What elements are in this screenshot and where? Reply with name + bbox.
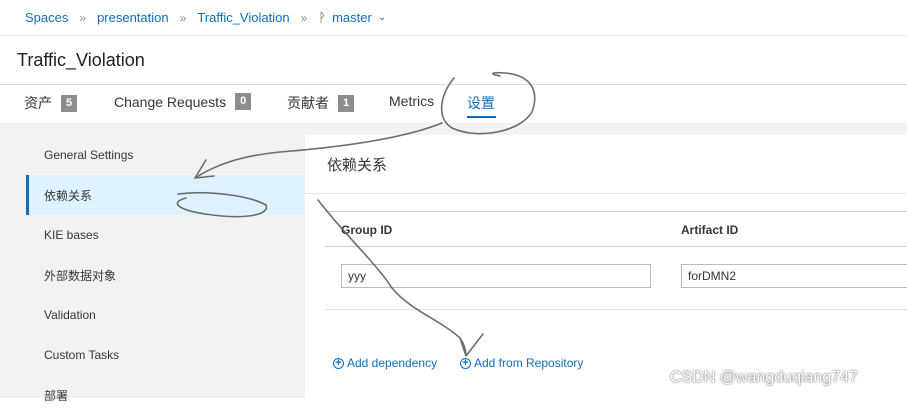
tab-label: 设置 [467,95,495,111]
column-header-group-id: Group ID [341,223,393,237]
page-title: Traffic_Violation [17,50,145,70]
sidebar-item-label: Validation [44,308,96,322]
plus-circle-icon: + [333,357,344,369]
sidebar-item-label: KIE bases [44,228,99,242]
breadcrumb-separator: » [179,10,187,25]
add-from-repository-label: Add from Repository [474,356,584,370]
tab-contributors[interactable]: 贡献者 1 [287,93,355,113]
branch-selector[interactable]: ᚹ master ⌄ [318,10,386,25]
add-dependency-label: Add dependency [347,356,438,370]
settings-sidebar: General Settings 依赖关系 KIE bases 外部数据对象 V… [26,135,304,403]
section-title: 依赖关系 [327,157,388,174]
sidebar-item-general-settings[interactable]: General Settings [26,135,304,175]
sidebar-item-label: 部署 [44,389,69,403]
breadcrumb-presentation[interactable]: presentation [97,10,169,25]
sidebar-item-label: 依赖关系 [44,188,93,203]
sidebar-item-validation[interactable]: Validation [26,295,304,335]
tab-metrics[interactable]: Metrics [389,93,434,109]
sidebar-item-label: General Settings [44,148,134,162]
tab-settings[interactable]: 设置 [467,93,495,113]
count-badge: 1 [338,94,355,112]
breadcrumb-project[interactable]: Traffic_Violation [197,10,289,25]
sidebar-item-label: 外部数据对象 [44,268,117,283]
breadcrumb: Spaces » presentation » Traffic_Violatio… [0,0,907,36]
sidebar-item-label: Custom Tasks [44,348,120,362]
count-badge: 5 [61,94,78,112]
table-row-border [325,309,907,310]
active-tab-indicator [467,116,496,118]
chevron-down-icon[interactable]: ⌄ [378,12,386,23]
add-from-repository-button[interactable]: + Add from Repository [460,356,583,370]
tab-assets[interactable]: 资产 5 [24,93,78,113]
watermark: CSDN @wangduqiang747 [670,369,858,386]
tab-bar: 资产 5 Change Requests 0 贡献者 1 Metrics 设置 [0,85,907,123]
count-badge: 0 [235,93,252,110]
sidebar-item-custom-tasks[interactable]: Custom Tasks [26,335,304,375]
sidebar-item-dependencies[interactable]: 依赖关系 [26,175,304,215]
artifact-id-input[interactable] [681,264,907,288]
breadcrumb-separator: » [79,10,87,25]
column-header-artifact-id: Artifact ID [681,223,739,237]
sidebar-item-deployment[interactable]: 部署 [26,375,304,415]
tab-label: 贡献者 [287,95,329,111]
branch-icon: ᚹ [318,10,327,25]
table-header-border [325,246,907,247]
sidebar-item-kie-bases[interactable]: KIE bases [26,215,304,255]
sidebar-item-external-data-objects[interactable]: 外部数据对象 [26,255,304,295]
branch-name[interactable]: master [332,10,372,25]
plus-circle-icon: + [460,357,471,369]
group-id-input[interactable] [341,264,651,288]
table-border [325,211,907,212]
tab-label: Change Requests [114,93,227,110]
breadcrumb-separator: » [300,10,308,25]
tab-label: Metrics [389,93,435,109]
divider [305,193,907,194]
dependencies-panel: 依赖关系 Group ID Artifact ID + Add dependen… [305,135,907,398]
add-dependency-button[interactable]: + Add dependency [333,356,437,370]
tab-label: 资产 [24,95,52,111]
breadcrumb-spaces[interactable]: Spaces [25,10,68,25]
tab-change-requests[interactable]: Change Requests 0 [114,93,252,110]
